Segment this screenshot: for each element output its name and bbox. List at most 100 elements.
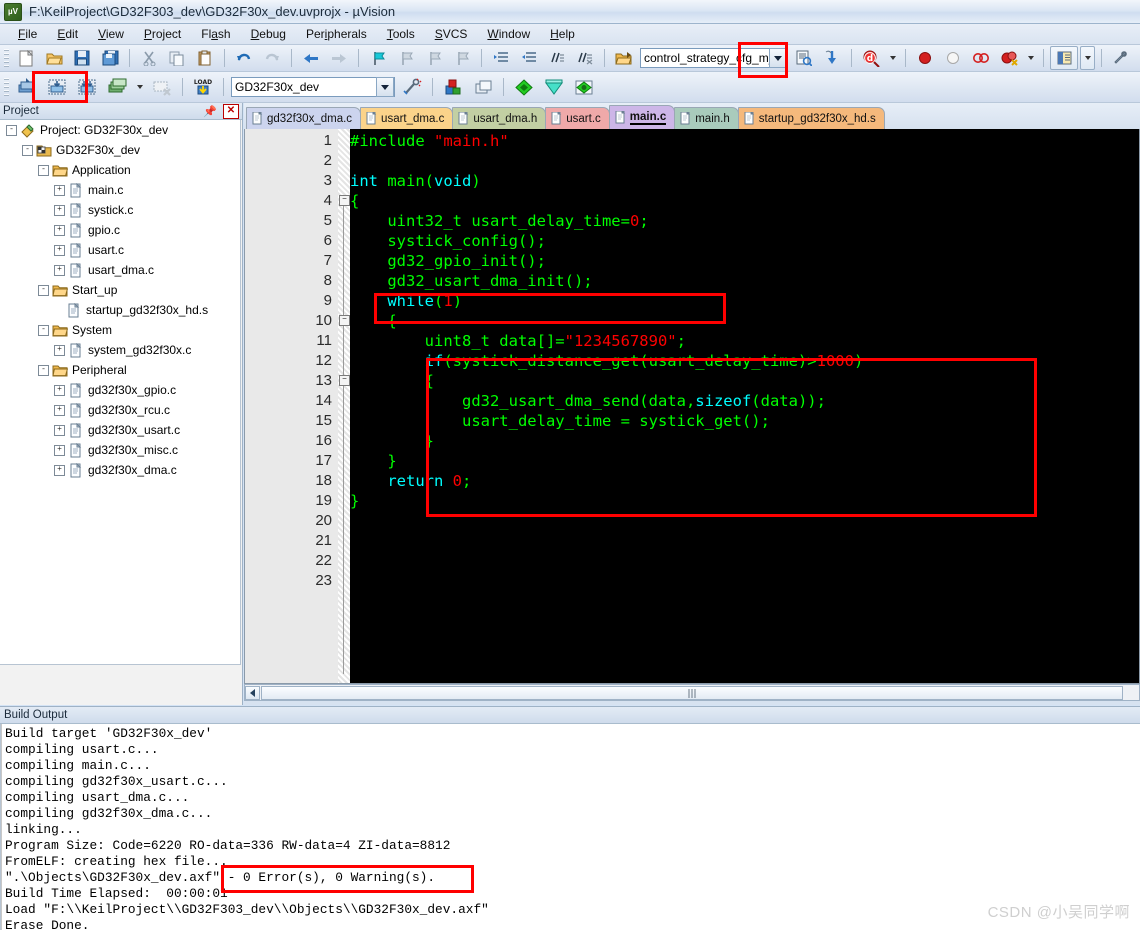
- tree-item[interactable]: -GD32F30x_dev: [0, 140, 240, 160]
- fold-toggle-line10[interactable]: −: [339, 315, 350, 326]
- target-select-dropdown-button[interactable]: [376, 77, 394, 97]
- tree-expand-toggle[interactable]: +: [54, 445, 65, 456]
- code-editor[interactable]: 1234567891011121314151617181920212223 − …: [244, 129, 1140, 684]
- redo-icon[interactable]: [259, 46, 285, 70]
- copy-icon[interactable]: [164, 46, 190, 70]
- tree-item[interactable]: +gpio.c: [0, 220, 240, 240]
- target-options-icon[interactable]: [398, 73, 426, 101]
- find-in-files-icon[interactable]: [791, 46, 817, 70]
- save-all-icon[interactable]: [97, 46, 123, 70]
- bookmark-toggle-icon[interactable]: [365, 46, 391, 70]
- editor-hscroll-thumb[interactable]: [261, 686, 1123, 700]
- undo-icon[interactable]: [231, 46, 257, 70]
- tree-item[interactable]: -Peripheral: [0, 360, 240, 380]
- navigate-back-icon[interactable]: [298, 46, 324, 70]
- target-select-combo[interactable]: GD32F30x_dev: [231, 77, 395, 97]
- menu-item-window[interactable]: Window: [477, 25, 540, 43]
- build-target-icon[interactable]: [43, 73, 71, 101]
- navigate-forward-icon[interactable]: [326, 46, 352, 70]
- menu-item-debug[interactable]: Debug: [241, 25, 296, 43]
- tree-expand-toggle[interactable]: +: [54, 405, 65, 416]
- tree-expand-toggle[interactable]: +: [54, 385, 65, 396]
- menu-item-project[interactable]: Project: [134, 25, 191, 43]
- editor-scroll-left-arrow[interactable]: [245, 686, 260, 700]
- indent-icon[interactable]: [488, 46, 514, 70]
- new-file-icon[interactable]: [13, 46, 39, 70]
- run-time-environment-icon[interactable]: [540, 73, 568, 101]
- insert-breakpoint-icon[interactable]: [912, 46, 938, 70]
- window-layout-icon[interactable]: [1050, 46, 1078, 70]
- tree-item[interactable]: +gd32f30x_gpio.c: [0, 380, 240, 400]
- tree-collapse-toggle[interactable]: -: [38, 285, 49, 296]
- tree-collapse-toggle[interactable]: -: [38, 365, 49, 376]
- code-folding-bar[interactable]: − − −: [338, 129, 350, 684]
- manage-layers-icon[interactable]: [469, 73, 497, 101]
- tree-expand-toggle[interactable]: +: [54, 225, 65, 236]
- menu-item-help[interactable]: Help: [540, 25, 585, 43]
- fold-toggle-line4[interactable]: −: [339, 195, 350, 206]
- kill-breakpoints-dropdown-arrow[interactable]: [1024, 46, 1037, 70]
- tree-expand-toggle[interactable]: +: [54, 265, 65, 276]
- tree-item[interactable]: +gd32f30x_rcu.c: [0, 400, 240, 420]
- tree-item[interactable]: +gd32f30x_usart.c: [0, 420, 240, 440]
- tree-collapse-toggle[interactable]: -: [22, 145, 33, 156]
- editor-tab-main-h[interactable]: main.h: [674, 107, 739, 129]
- tree-item[interactable]: +gd32f30x_misc.c: [0, 440, 240, 460]
- toolbar-grip[interactable]: [4, 49, 9, 67]
- rebuild-all-icon[interactable]: [73, 73, 101, 101]
- build-output-panel[interactable]: Build target 'GD32F30x_dev'compiling usa…: [0, 724, 1140, 930]
- batch-build-dropdown-arrow[interactable]: [133, 73, 146, 101]
- tree-item[interactable]: startup_gd32f30x_hd.s: [0, 300, 240, 320]
- tree-item[interactable]: -System: [0, 320, 240, 340]
- project-tree[interactable]: -Project: GD32F30x_dev-GD32F30x_dev-Appl…: [0, 120, 241, 665]
- batch-build-icon[interactable]: [103, 73, 131, 101]
- code-text[interactable]: #include "main.h"int main(void){ uint32_…: [350, 129, 1140, 684]
- menu-item-edit[interactable]: Edit: [47, 25, 88, 43]
- menu-item-file[interactable]: File: [8, 25, 47, 43]
- fold-toggle-line13[interactable]: −: [339, 375, 350, 386]
- jump-definition-icon[interactable]: [819, 46, 845, 70]
- tree-expand-toggle[interactable]: +: [54, 465, 65, 476]
- tree-collapse-toggle[interactable]: -: [6, 125, 17, 136]
- bookmark-clear-icon[interactable]: [449, 46, 475, 70]
- tree-item[interactable]: -Application: [0, 160, 240, 180]
- editor-tab-startup_gd32f30x_hd-s[interactable]: startup_gd32f30x_hd.s: [738, 107, 885, 129]
- manage-packs-icon[interactable]: [570, 73, 598, 101]
- window-layout-dropdown-arrow[interactable]: [1080, 46, 1095, 70]
- menu-item-tools[interactable]: Tools: [377, 25, 425, 43]
- tree-item[interactable]: +gd32f30x_dma.c: [0, 460, 240, 480]
- tree-expand-toggle[interactable]: +: [54, 205, 65, 216]
- menu-item-peripherals[interactable]: Peripherals: [296, 25, 377, 43]
- toolbar-grip[interactable]: [4, 78, 9, 96]
- tree-expand-toggle[interactable]: +: [54, 245, 65, 256]
- configuration-wizard-icon[interactable]: [1108, 46, 1134, 70]
- menu-item-view[interactable]: View: [88, 25, 134, 43]
- open-file-icon[interactable]: [41, 46, 67, 70]
- browse-symbols-dropdown-arrow[interactable]: [886, 46, 899, 70]
- tree-item[interactable]: -Project: GD32F30x_dev: [0, 120, 240, 140]
- disable-all-breakpoints-icon[interactable]: [968, 46, 994, 70]
- tree-collapse-toggle[interactable]: -: [38, 325, 49, 336]
- bookmark-prev-icon[interactable]: [393, 46, 419, 70]
- editor-tab-gd32f30x_dma-c[interactable]: gd32f30x_dma.c: [246, 107, 361, 129]
- tree-item[interactable]: +systick.c: [0, 200, 240, 220]
- translate-file-icon[interactable]: [13, 73, 41, 101]
- cut-icon[interactable]: [136, 46, 162, 70]
- search-symbol-combo[interactable]: control_strategy_cfg_m_c: [640, 48, 788, 68]
- editor-hscrollbar[interactable]: [244, 684, 1140, 701]
- download-icon[interactable]: LOAD: [189, 73, 217, 101]
- comment-icon[interactable]: [544, 46, 570, 70]
- editor-tab-main-c[interactable]: main.c: [609, 105, 675, 129]
- close-icon[interactable]: ✕: [223, 104, 239, 119]
- pin-icon[interactable]: 📌: [203, 105, 217, 118]
- paste-icon[interactable]: [192, 46, 218, 70]
- kill-all-breakpoints-icon[interactable]: [996, 46, 1022, 70]
- uncomment-icon[interactable]: [572, 46, 598, 70]
- search-symbol-dropdown-button[interactable]: [769, 48, 787, 68]
- open-folder-icon[interactable]: [611, 46, 637, 70]
- stop-build-icon[interactable]: [148, 73, 176, 101]
- browse-symbols-icon[interactable]: d: [858, 46, 884, 70]
- pack-installer-icon[interactable]: [510, 73, 538, 101]
- tree-item[interactable]: +usart.c: [0, 240, 240, 260]
- tree-collapse-toggle[interactable]: -: [38, 165, 49, 176]
